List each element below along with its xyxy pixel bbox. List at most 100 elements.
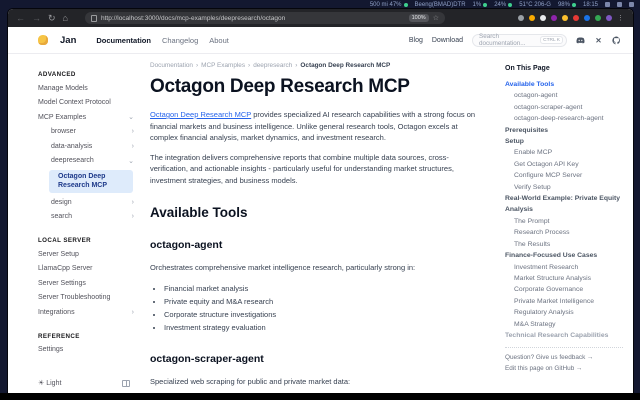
sidebar-item-design[interactable]: design›: [38, 195, 134, 210]
sidebar-item-search[interactable]: search›: [38, 210, 134, 225]
extension-icon[interactable]: [595, 15, 601, 21]
home-button-icon[interactable]: ⌂: [63, 9, 68, 27]
sidebar-item-model-context-protocol[interactable]: Model Context Protocol: [38, 96, 134, 111]
sidebar-item-server-troubleshooting[interactable]: Server Troubleshooting: [38, 291, 134, 306]
toc-link-real-world-example[interactable]: Real-World Example: Private Equity Analy…: [505, 193, 623, 216]
nav-documentation[interactable]: Documentation: [96, 36, 151, 45]
toc-link-the-results[interactable]: The Results: [505, 239, 623, 250]
sidebar-item-manage-models[interactable]: Manage Models: [38, 81, 134, 96]
extension-icon[interactable]: [606, 15, 612, 21]
download-link[interactable]: Download: [432, 37, 463, 44]
toc-link-octagon-scraper-agent[interactable]: octagon-scraper-agent: [505, 102, 623, 113]
breadcrumb-separator: ›: [248, 62, 250, 69]
toc-link-verify-setup[interactable]: Verify Setup: [505, 182, 623, 193]
tool2-description: Specialized web scraping for public and …: [150, 376, 485, 388]
breadcrumb: Documentation › MCP Examples › deepresea…: [150, 62, 485, 69]
url-text[interactable]: http://localhost:3000/docs/mcp-examples/…: [101, 15, 405, 22]
tray-icon[interactable]: [605, 2, 610, 7]
toc-link-available-tools[interactable]: Available Tools: [505, 79, 623, 90]
tray-icon[interactable]: [617, 2, 622, 7]
extension-icon[interactable]: [573, 15, 579, 21]
breadcrumb-item[interactable]: deepresearch: [253, 62, 292, 69]
sidebar-item-mcp-examples[interactable]: MCP Examples⌄: [38, 110, 134, 125]
battery-status: 98%: [558, 2, 576, 8]
sidebar-item-deepresearch[interactable]: deepresearch⌄: [38, 154, 134, 169]
sidebar-section-advanced: ADVANCED: [38, 71, 134, 78]
sidebar-item-server-setup[interactable]: Server Setup: [38, 247, 134, 262]
toc-link-enable-mcp[interactable]: Enable MCP: [505, 147, 623, 158]
toc-link-market-structure-analysis[interactable]: Market Structure Analysis: [505, 273, 623, 284]
toc-link-technical-research-capabilities[interactable]: Technical Research Capabilities: [505, 330, 623, 341]
zoom-level-chip[interactable]: 100%: [409, 14, 429, 22]
feedback-link[interactable]: Question? Give us feedback →: [505, 353, 623, 364]
brand-name[interactable]: Jan: [60, 35, 76, 46]
extension-icon[interactable]: [584, 15, 590, 21]
status-dot-icon: [508, 3, 512, 7]
browser-menu-icon[interactable]: ⋮: [617, 14, 625, 22]
github-icon[interactable]: [612, 36, 621, 45]
bookmark-icon[interactable]: ☆: [433, 14, 439, 22]
toc-link-octagon-agent[interactable]: octagon-agent: [505, 90, 623, 101]
toc-link-research-process[interactable]: Research Process: [505, 227, 623, 238]
memory-status: 24%: [494, 2, 512, 8]
sidebar-item-integrations[interactable]: Integrations›: [38, 305, 134, 320]
toc-link-investment-research[interactable]: Investment Research: [505, 262, 623, 273]
breadcrumb-item[interactable]: MCP Examples: [201, 62, 245, 69]
sidebar-item-octagon-deep-research-mcp[interactable]: Octagon Deep Research MCP: [49, 170, 133, 193]
temperature-status: 51°C 206-G: [519, 2, 551, 8]
octagon-link[interactable]: Octagon Deep Research MCP: [150, 110, 251, 119]
extension-icon[interactable]: [529, 15, 535, 21]
extension-icon[interactable]: [518, 15, 524, 21]
reload-button-icon[interactable]: ↻: [48, 9, 56, 27]
list-item: Private equity and M&A research: [164, 295, 485, 308]
sidebar-section-reference: REFERENCE: [38, 333, 134, 340]
keyboard-layout-status: Beeng(BMAD)DTR: [415, 2, 466, 8]
list-item: Investment strategy evaluation: [164, 321, 485, 334]
toc-link-ma-strategy[interactable]: M&A Strategy: [505, 319, 623, 330]
sidebar-item-data-analysis[interactable]: data-analysis›: [38, 139, 134, 154]
edit-on-github-link[interactable]: Edit this page on GitHub →: [505, 364, 623, 375]
system-status-bar: 500 mi 47% Beeng(BMAD)DTR 1% 24% 51°C 20…: [0, 0, 640, 9]
list-item: Corporate structure investigations: [164, 308, 485, 321]
extension-icon[interactable]: [551, 15, 557, 21]
x-twitter-icon[interactable]: ✕: [594, 36, 603, 45]
back-button-icon[interactable]: ←: [16, 9, 25, 27]
toc-link-finance-focused-use-cases[interactable]: Finance-Focused Use Cases: [505, 250, 623, 261]
nav-about[interactable]: About: [209, 36, 229, 45]
blog-link[interactable]: Blog: [409, 37, 423, 44]
status-dot-icon: [572, 3, 576, 7]
sidebar-item-browser[interactable]: browser›: [38, 125, 134, 140]
search-shortcut-badge: CTRL K: [540, 36, 563, 44]
sidebar-item-settings[interactable]: Settings: [38, 343, 134, 358]
available-tools-heading: Available Tools: [150, 205, 485, 220]
toc-link-get-octagon-api-key[interactable]: Get Octagon API Key: [505, 159, 623, 170]
collapse-sidebar-icon[interactable]: [122, 380, 130, 387]
toc-link-corporate-governance[interactable]: Corporate Governance: [505, 284, 623, 295]
forward-button-icon[interactable]: →: [32, 9, 41, 27]
site-info-icon[interactable]: [91, 15, 97, 22]
address-bar[interactable]: http://localhost:3000/docs/mcp-examples/…: [85, 12, 445, 24]
sidebar-item-server-settings[interactable]: Server Settings: [38, 276, 134, 291]
extension-icon[interactable]: [540, 15, 546, 21]
toc-link-prerequisites[interactable]: Prerequisites: [505, 125, 623, 136]
page-body: ADVANCED Manage Models Model Context Pro…: [8, 54, 633, 393]
jan-logo-icon[interactable]: [38, 35, 48, 45]
nav-changelog[interactable]: Changelog: [162, 36, 198, 45]
sun-icon: ☀: [38, 380, 44, 387]
chevron-down-icon: ⌄: [128, 113, 134, 121]
sidebar-item-llamacpp-server[interactable]: LlamaCpp Server: [38, 262, 134, 277]
toc-link-octagon-deep-research-agent[interactable]: octagon-deep-research-agent: [505, 113, 623, 124]
tool1-description: Orchestrates comprehensive market intell…: [150, 262, 485, 274]
toc-link-private-market-intelligence[interactable]: Private Market Intelligence: [505, 296, 623, 307]
theme-toggle[interactable]: ☀ Light: [38, 379, 61, 387]
discord-icon[interactable]: [576, 36, 585, 45]
tray-icon[interactable]: [629, 2, 634, 7]
search-input[interactable]: Search documentation... CTRL K: [472, 34, 567, 47]
page-title: Octagon Deep Research MCP: [150, 76, 485, 98]
toc-link-the-prompt[interactable]: The Prompt: [505, 216, 623, 227]
toc-link-setup[interactable]: Setup: [505, 136, 623, 147]
breadcrumb-item[interactable]: Documentation: [150, 62, 193, 69]
toc-link-configure-mcp-server[interactable]: Configure MCP Server: [505, 170, 623, 181]
extension-icon[interactable]: [562, 15, 568, 21]
toc-link-regulatory-analysis[interactable]: Regulatory Analysis: [505, 307, 623, 318]
